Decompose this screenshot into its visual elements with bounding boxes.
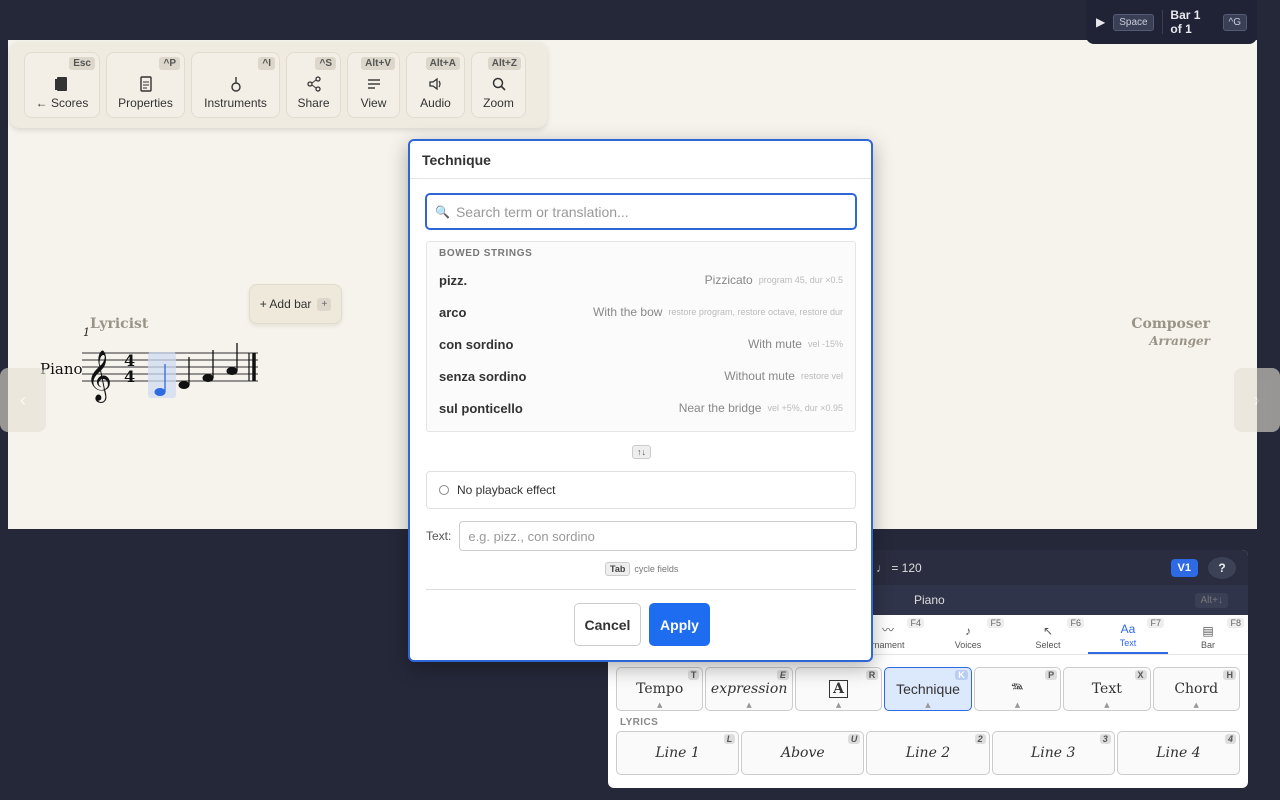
lines-icon [367,79,380,89]
text-tool[interactable]: X Text ▲ [1063,667,1151,711]
lyrics-line-1[interactable]: L Line 1 [616,731,740,775]
tempo-indicator[interactable]: ♩ = 120 [876,561,922,575]
list-item[interactable]: senza sordino Without mute restore vel [427,360,855,392]
share-button[interactable]: ^S Share [286,52,341,118]
lyrics-tools: L Line 1 U Above 2 Line 2 3 Line 3 4 Line 4 [608,731,1248,775]
tab-bar[interactable]: F8 ▤ Bar [1168,615,1248,654]
triangle-icon: ▲ [657,701,663,709]
triangle-icon: ▲ [1014,701,1021,709]
ornament-icon: 〰 [881,623,894,637]
cursor-icon: ↖ [1042,624,1054,638]
audio-button[interactable]: Alt+A Audio [406,52,465,118]
properties-button[interactable]: ^P Properties [106,52,185,118]
treble-clef-icon: 𝄞 [86,350,112,403]
text-icon: Aa [1120,622,1136,636]
instrument-key: Alt+↓ [1195,592,1228,608]
instruments-button[interactable]: ^I Instruments [191,52,280,118]
search-icon [492,77,506,91]
search-box[interactable]: 🔍 [425,193,857,230]
list-item[interactable]: pizz. Pizzicato program 45, dur ×0.5 [427,264,855,296]
expression-tool[interactable]: Eexpression ▲ [705,667,793,711]
speaker-icon [428,77,441,91]
view-button[interactable]: Alt+V View [347,52,400,118]
lyrics-above[interactable]: U Above [741,731,865,775]
arranger-label[interactable]: Arranger [1149,334,1210,348]
goto-bar-key: ^G [1222,13,1247,31]
note-2 [178,357,190,389]
note-3 [202,350,214,382]
share-icon [306,76,321,92]
document-icon [139,76,152,92]
text-label: Text: [426,529,452,543]
dialog-title: Technique [410,141,871,179]
voice-badge[interactable]: V1 [1170,558,1198,577]
next-page-button[interactable]: › [1234,368,1280,432]
list-item[interactable]: sul ponticello Near the bridge vel +5%, du… [427,392,855,424]
time-signature-bottom: 4 [124,367,135,386]
zoom-button[interactable]: Alt+Z Zoom [471,52,526,118]
playback-status: ▶ Space Bar 1 of 1 ^G [1086,0,1257,44]
status-divider [1161,10,1163,34]
note-4 [226,343,238,375]
triangle-icon: ▲ [746,701,752,709]
tab-voices[interactable]: F5 ♪ Voices [928,615,1008,654]
bar-indicator[interactable]: Bar 1 of 1 [1170,8,1214,36]
search-icon: 🔍 [435,204,450,219]
sort-button[interactable]: ↑↓ [632,445,651,459]
text-input[interactable] [459,521,858,551]
keyboard-hint: Tab cycle fields [605,562,678,576]
technique-list: BOWED STRINGS pizz. Pizzicato program 45, … [426,241,856,432]
tempo-tool[interactable]: T Tempo ▲ [616,667,704,711]
main-toolbar: Esc ← Scores ^P Properties ^I Instrument… [10,42,547,128]
lyrics-line-2[interactable]: 2 Line 2 [866,731,990,775]
lyrics-line-3[interactable]: 3 Line 3 [991,731,1115,775]
add-bar-button[interactable]: + Add bar + [249,284,342,324]
text-tools: T Tempo ▲ Eexpression ▲ R A ▲ K Technique ▲ P 𝆮 ▲… [608,655,1248,711]
help-button[interactable]: ? [1208,556,1236,579]
instrument-selector[interactable]: Piano [914,593,945,607]
search-input[interactable] [455,203,836,220]
guitar-icon [230,77,241,92]
tab-select[interactable]: F6 ↖ Select [1008,615,1088,654]
list-item[interactable]: arco With the bow restore program, restore… [427,296,855,328]
list-item[interactable]: con sordino With mute vel -15% [427,328,855,360]
play-icon[interactable]: ▶ [1096,15,1105,29]
pedal-tool[interactable]: P 𝆮 ▲ [973,667,1062,711]
chevron-right-icon: › [1254,389,1260,410]
category-heading: BOWED STRINGS [439,248,533,259]
triangle-icon: ▲ [1193,701,1199,709]
triangle-icon: ▲ [835,701,842,709]
chord-tool[interactable]: H Chord ▲ [1152,667,1240,711]
prev-page-button[interactable]: ‹ [0,368,46,432]
rehearsal-mark-tool[interactable]: R A ▲ [794,667,883,711]
radio-icon[interactable] [439,485,449,495]
cancel-button[interactable]: Cancel [574,603,641,646]
bar-icon: ▤ [1202,624,1214,638]
play-key: Space [1113,13,1154,31]
technique-tool[interactable]: K Technique ▲ [884,667,972,711]
bar-number: 1 [83,326,90,339]
triangle-icon: ▲ [925,701,931,709]
technique-dialog: Technique 🔍 BOWED STRINGS pizz.Pizzicato… [408,139,873,662]
note-icon: ♪ [965,624,971,638]
scores-button[interactable]: Esc ← Scores [24,52,100,118]
staff[interactable]: Piano 1 𝄞 4 4 [36,324,266,404]
apply-button[interactable]: Apply [649,603,710,646]
chevron-left-icon: ‹ [20,389,26,410]
lyrics-line-4[interactable]: 4 Line 4 [1116,731,1241,775]
book-icon [55,77,67,91]
dialog-divider [426,589,856,590]
lyrics-heading: LYRICS [620,717,659,728]
triangle-icon: ▲ [1104,701,1110,709]
composer-label[interactable]: Composer [1131,316,1210,332]
instrument-name: Piano [40,360,83,378]
tab-text[interactable]: F7 Aa Text [1088,615,1168,654]
text-row: Text: [426,521,858,551]
no-playback-option[interactable]: No playback effect [426,471,856,509]
